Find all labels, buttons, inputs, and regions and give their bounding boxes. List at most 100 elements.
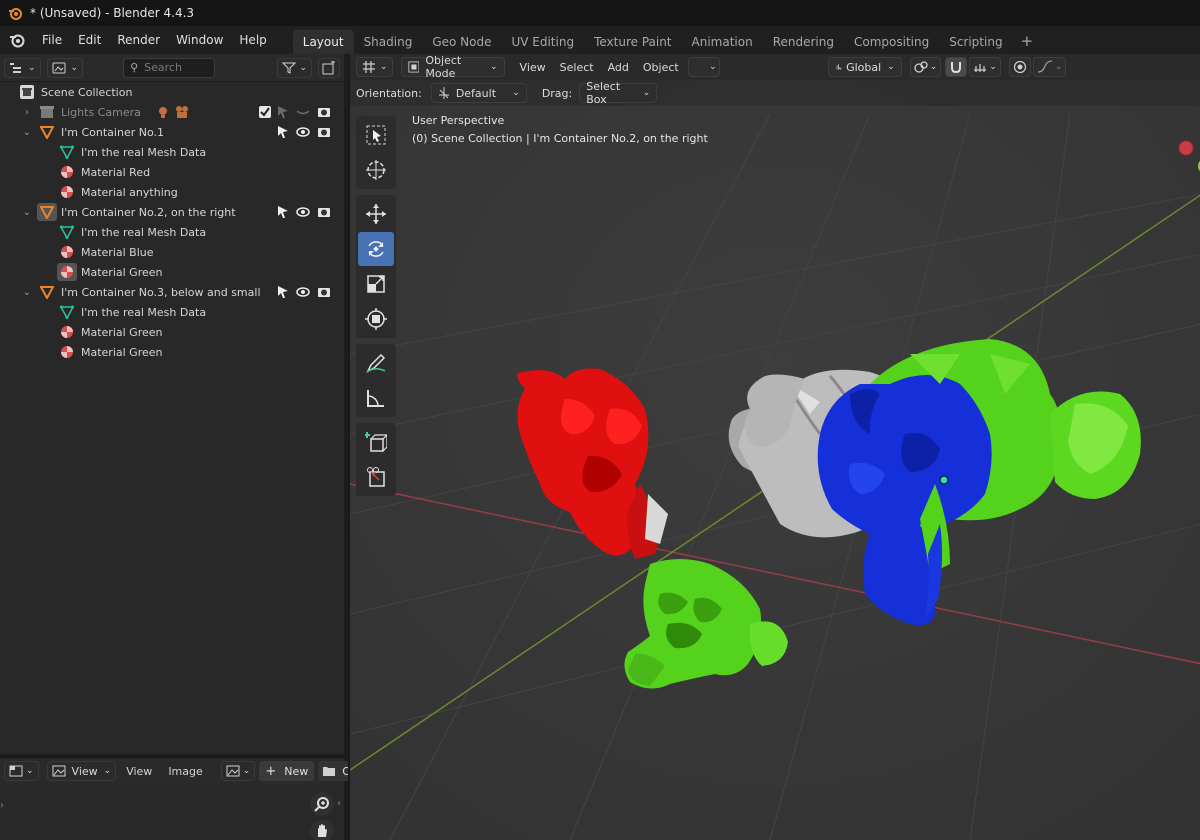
tab-rendering[interactable]: Rendering [763, 30, 844, 54]
display-mode-dropdown[interactable]: ⌄ [46, 57, 84, 78]
outliner-row-mesh-data[interactable]: I'm the real Mesh Data [0, 302, 344, 322]
move-tool[interactable] [358, 197, 394, 231]
outliner-row-material[interactable]: Material Red [0, 162, 344, 182]
editor-type-dropdown[interactable]: ⌄ [356, 57, 393, 77]
add-workspace-button[interactable]: + [1013, 30, 1042, 54]
eye-icon[interactable] [296, 205, 310, 219]
outliner-row-container-2[interactable]: ⌄ I'm Container No.2, on the right [0, 202, 344, 222]
measure-tool[interactable] [358, 381, 394, 415]
3d-viewport[interactable]: ⌄ Object Mode ⌄ View Select Add Object ⌄… [348, 54, 1200, 840]
selectable-arrow-icon[interactable] [276, 285, 290, 299]
outliner-row-material[interactable]: Material Green [0, 342, 344, 362]
render-camera-icon[interactable] [317, 205, 331, 219]
transform-tool[interactable] [358, 302, 394, 336]
outliner-row-scene-collection[interactable]: Scene Collection [0, 82, 344, 102]
render-camera-icon[interactable] [317, 285, 331, 299]
outliner-search-input[interactable]: ⚲ Search [123, 57, 216, 78]
annotate-tool[interactable] [358, 346, 394, 380]
chevron-down-icon[interactable]: ⌄ [22, 127, 32, 138]
new-image-button[interactable]: + New [259, 761, 315, 781]
mode-dropdown[interactable]: Object Mode ⌄ [400, 54, 505, 80]
orientation-dropdown[interactable]: Default ⌄ [430, 83, 527, 103]
render-camera-icon[interactable] [317, 105, 331, 119]
chevron-down-icon: ⌄ [709, 62, 717, 72]
outliner-row-lights-camera[interactable]: › Lights Camera [0, 102, 344, 122]
chevron-down-icon[interactable]: ⌄ [22, 207, 32, 218]
outliner-row-container-1[interactable]: ⌄ I'm Container No.1 [0, 122, 344, 142]
checkbox-checked-icon[interactable] [258, 105, 272, 119]
tab-compositing[interactable]: Compositing [844, 30, 939, 54]
collapse-arrow-icon[interactable]: ‹ [337, 798, 341, 809]
render-camera-icon[interactable] [317, 125, 331, 139]
outliner-row-mesh-data[interactable]: I'm the real Mesh Data [0, 142, 344, 162]
tab-uv-editing[interactable]: UV Editing [501, 30, 584, 54]
menu-object[interactable]: Object [636, 61, 686, 74]
outliner-row-label: Material Green [81, 325, 163, 339]
new-collection-button[interactable] [318, 57, 340, 78]
menu-edit[interactable]: Edit [70, 26, 109, 54]
outliner-row-material[interactable]: Material Green [0, 322, 344, 342]
outliner-row-mesh-data[interactable]: I'm the real Mesh Data [0, 222, 344, 242]
chevron-down-icon[interactable]: ⌄ [22, 287, 32, 298]
drag-dropdown[interactable]: Select Box ⌄ [579, 80, 658, 106]
pivot-dropdown[interactable]: ⌄ [909, 57, 942, 77]
eye-icon[interactable] [296, 125, 310, 139]
snap-toggle[interactable] [945, 57, 968, 77]
menu-select[interactable]: Select [553, 61, 601, 74]
selectable-arrow-icon[interactable] [276, 105, 290, 119]
tab-geo-node[interactable]: Geo Node [422, 30, 501, 54]
scale-tool[interactable] [358, 267, 394, 301]
select-box-tool[interactable] [358, 118, 394, 152]
outliner-row-material[interactable]: Material Green [0, 262, 344, 282]
proportional-edit-toggle[interactable] [1008, 57, 1031, 77]
extra-tool[interactable] [358, 460, 394, 494]
tab-layout[interactable]: Layout [292, 30, 354, 54]
filter-dropdown[interactable]: ⌄ [277, 57, 312, 78]
eye-icon[interactable] [296, 285, 310, 299]
menu-window[interactable]: Window [168, 26, 231, 54]
menu-image[interactable]: Image [160, 765, 210, 778]
chevron-right-icon[interactable]: › [22, 107, 32, 118]
outliner-row-label: Material Green [81, 265, 163, 279]
object-extra-dropdown[interactable]: ⌄ [687, 57, 720, 77]
menu-help[interactable]: Help [231, 26, 274, 54]
snap-target-dropdown[interactable]: ⌄ [969, 57, 1001, 77]
gizmo-x-icon[interactable] [1178, 140, 1194, 156]
add-cube-tool[interactable] [358, 425, 394, 459]
tab-shading[interactable]: Shading [354, 30, 423, 54]
outliner-row-material[interactable]: Material anything [0, 182, 344, 202]
pan-button[interactable] [310, 820, 334, 840]
cursor-tool[interactable] [358, 153, 394, 187]
object-icon [40, 206, 54, 219]
blender-menu-icon[interactable] [8, 31, 26, 49]
browse-image-dropdown[interactable]: ⌄ [220, 761, 256, 781]
outliner-row-container-3[interactable]: ⌄ I'm Container No.3, below and small [0, 282, 344, 302]
view-mode-dropdown[interactable]: View ⌄ [46, 761, 117, 781]
outliner-editor-icon [10, 62, 21, 73]
orientation-default-icon [438, 87, 449, 99]
selectable-arrow-icon[interactable] [276, 125, 290, 139]
menu-render[interactable]: Render [109, 26, 168, 54]
rotate-tool[interactable] [358, 232, 394, 266]
menu-view[interactable]: View [513, 61, 553, 74]
menu-add[interactable]: Add [601, 61, 636, 74]
menu-file[interactable]: File [34, 26, 70, 54]
filter-icon [282, 62, 297, 74]
falloff-dropdown[interactable]: ⌄ [1032, 57, 1067, 77]
viewport-scene[interactable] [350, 54, 1200, 840]
tab-texture-paint[interactable]: Texture Paint [584, 30, 681, 54]
editor-type-dropdown[interactable]: ⌄ [4, 761, 39, 781]
collapse-arrow-icon[interactable]: › [0, 800, 4, 811]
view-layer-icon [52, 62, 66, 73]
chevron-down-icon: ⌄ [28, 62, 36, 73]
menu-view[interactable]: View [118, 765, 160, 778]
zoom-button[interactable] [310, 792, 334, 816]
tab-animation[interactable]: Animation [682, 30, 763, 54]
outliner-row-material[interactable]: Material Blue [0, 242, 344, 262]
tab-scripting[interactable]: Scripting [939, 30, 1012, 54]
transform-orientation-dropdown[interactable]: Global ⌄ [827, 57, 902, 77]
editor-type-dropdown[interactable]: ⌄ [4, 57, 41, 78]
zoom-icon [314, 797, 329, 812]
selectable-arrow-icon[interactable] [276, 205, 290, 219]
eye-closed-icon[interactable] [296, 105, 310, 119]
